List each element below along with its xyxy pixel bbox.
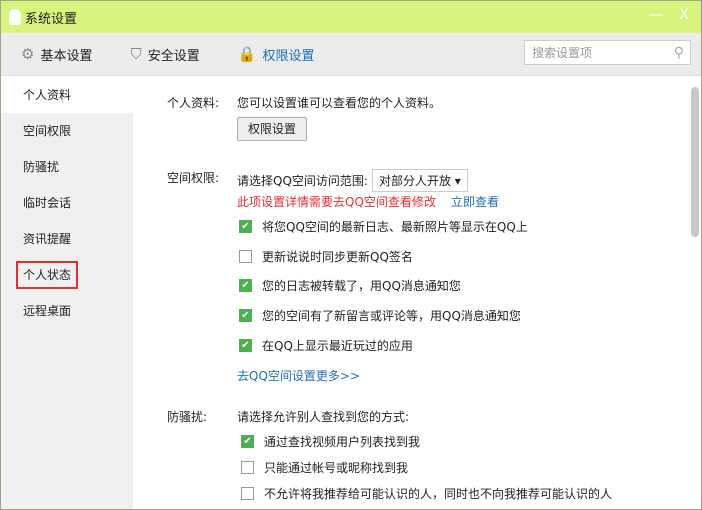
sidebar-item-label: 防骚扰 [23, 160, 59, 174]
checkbox-label: 只能通过帐号或昵称找到我 [264, 459, 408, 476]
toolbar: ⚙ 基本设置 ⛉ 安全设置 🔒 权限设置 搜索设置项 ⚲ [1, 33, 701, 76]
lock-icon: 🔒 [238, 45, 257, 63]
checkbox-video-list[interactable]: ✔ 通过查找视频用户列表找到我 [241, 433, 420, 450]
checkbox-unchecked-icon [241, 461, 254, 474]
permission-settings-button[interactable]: 权限设置 [237, 117, 307, 141]
checkbox-account-only[interactable]: 只能通过帐号或昵称找到我 [241, 459, 408, 476]
checkbox-checked-icon: ✔ [239, 220, 252, 233]
select-value: 对部分人开放 [379, 174, 451, 188]
checkbox-new-comments[interactable]: ✔ 您的空间有了新留言或评论等，用QQ消息通知您 [239, 307, 521, 324]
sidebar-item-harass[interactable]: 防骚扰 [1, 149, 133, 185]
sidebar-item-temp-chat[interactable]: 临时会话 [1, 185, 133, 221]
checkbox-label: 通过查找视频用户列表找到我 [264, 433, 420, 450]
checkbox-no-recommend[interactable]: 不允许将我推荐给可能认识的人，同时也不向我推荐可能认识的人 [241, 485, 612, 502]
harass-prompt: 请选择允许别人查找到您的方式: [237, 408, 409, 425]
sidebar-item-label: 资讯提醒 [23, 232, 71, 246]
checkbox-label: 不允许将我推荐给可能认识的人，同时也不向我推荐可能认识的人 [264, 485, 612, 502]
tab-label: 基本设置 [40, 45, 92, 64]
access-range-select[interactable]: 对部分人开放 ▾ [372, 169, 468, 192]
sidebar-item-label: 个人资料 [23, 88, 71, 102]
sidebar: 个人资料 空间权限 防骚扰 临时会话 资讯提醒 个人状态 远程桌面 [1, 77, 133, 509]
view-now-link[interactable]: 立即查看 [451, 193, 499, 210]
checkbox-sync-signature[interactable]: 更新说说时同步更新QQ签名 [239, 248, 413, 265]
checkbox-label: 更新说说时同步更新QQ签名 [262, 248, 413, 265]
close-button[interactable]: X [679, 7, 689, 23]
sidebar-item-remote-desktop[interactable]: 远程桌面 [1, 293, 133, 329]
checkbox-checked-icon: ✔ [239, 279, 252, 292]
checkbox-unchecked-icon [239, 250, 252, 263]
sidebar-item-status[interactable]: 个人状态 [1, 257, 133, 293]
search-input[interactable]: 搜索设置项 ⚲ [524, 40, 691, 65]
tab-label: 安全设置 [148, 45, 200, 64]
checkbox-label: 您的日志被转载了，用QQ消息通知您 [262, 277, 461, 294]
sidebar-item-label: 临时会话 [23, 196, 71, 210]
sidebar-item-news[interactable]: 资讯提醒 [1, 221, 133, 257]
gear-icon: ⚙ [21, 45, 34, 63]
profile-label: 个人资料: [167, 94, 219, 111]
sidebar-item-space[interactable]: 空间权限 [1, 113, 133, 149]
space-label: 空间权限: [167, 169, 219, 186]
tab-label: 权限设置 [262, 45, 314, 64]
window-title: 系统设置 [25, 8, 77, 27]
tab-security-settings[interactable]: ⛉ 安全设置 [130, 45, 199, 64]
tab-permission-settings[interactable]: 🔒 权限设置 [238, 45, 315, 64]
space-prompt: 请选择QQ空间访问范围: [237, 174, 368, 188]
checkbox-unchecked-icon [241, 487, 254, 500]
sidebar-item-label: 远程桌面 [23, 304, 71, 318]
more-space-settings-link[interactable]: 去QQ空间设置更多>> [237, 367, 360, 384]
checkbox-recent-apps[interactable]: ✔ 在QQ上显示最近玩过的应用 [239, 337, 413, 354]
checkbox-label: 您的空间有了新留言或评论等，用QQ消息通知您 [262, 307, 521, 324]
checkbox-blog-reposted[interactable]: ✔ 您的日志被转载了，用QQ消息通知您 [239, 277, 461, 294]
scrollbar-thumb[interactable] [691, 87, 699, 237]
checkbox-checked-icon: ✔ [241, 435, 254, 448]
shield-icon: ⛉ [130, 45, 141, 63]
title-bar: 系统设置 — X [1, 1, 701, 33]
space-prompt-row: 请选择QQ空间访问范围: 对部分人开放 ▾ [237, 169, 468, 192]
minimize-button[interactable]: — [649, 7, 663, 23]
space-warning: 此项设置详情需要去QQ空间查看修改 [237, 193, 436, 210]
search-placeholder: 搜索设置项 [532, 44, 592, 61]
chevron-down-icon: ▾ [455, 174, 461, 188]
checkbox-label: 在QQ上显示最近玩过的应用 [262, 337, 413, 354]
settings-content: 个人资料: 您可以设置谁可以查看您的个人资料。 权限设置 空间权限: 请选择QQ… [133, 77, 685, 509]
qq-logo-icon [9, 9, 21, 25]
sidebar-item-label: 空间权限 [23, 124, 71, 138]
sidebar-item-profile[interactable]: 个人资料 [1, 77, 133, 113]
sidebar-item-label: 个人状态 [16, 261, 78, 289]
harass-label: 防骚扰: [167, 408, 207, 425]
checkbox-label: 将您QQ空间的最新日志、最新照片等显示在QQ上 [262, 218, 528, 235]
tab-basic-settings[interactable]: ⚙ 基本设置 [21, 45, 92, 64]
profile-desc: 您可以设置谁可以查看您的个人资料。 [237, 94, 441, 111]
checkbox-show-blog[interactable]: ✔ 将您QQ空间的最新日志、最新照片等显示在QQ上 [239, 218, 528, 235]
checkbox-checked-icon: ✔ [239, 339, 252, 352]
search-icon[interactable]: ⚲ [674, 45, 684, 61]
checkbox-checked-icon: ✔ [239, 309, 252, 322]
